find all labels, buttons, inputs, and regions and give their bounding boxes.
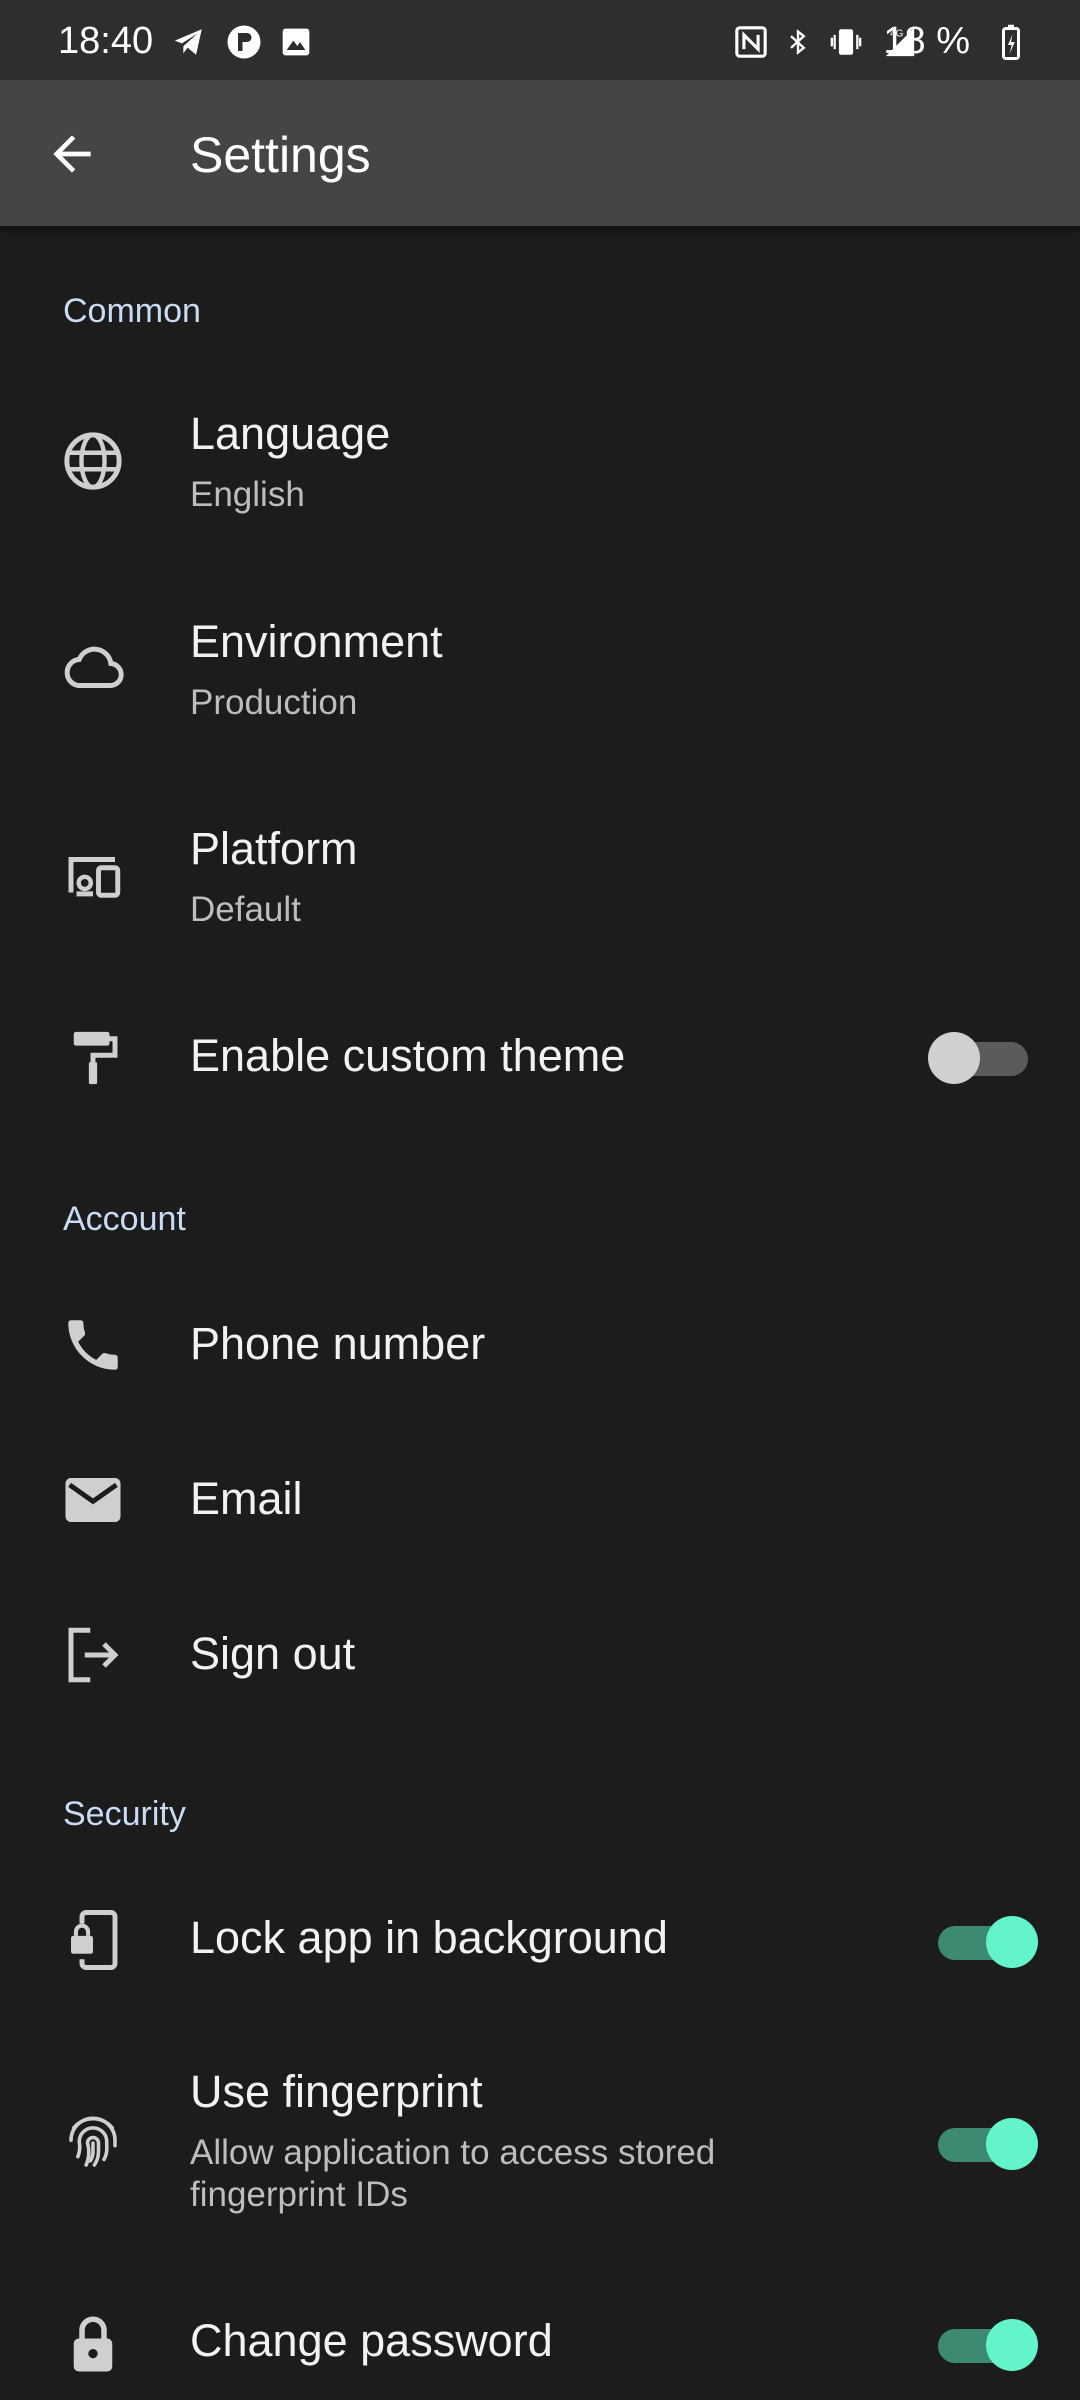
toggle-thumb	[928, 1032, 980, 1084]
app-icon	[226, 24, 262, 60]
status-left-icons	[170, 22, 312, 62]
setting-description: Allow application to access stored finge…	[190, 2133, 716, 2214]
battery-percent: 18 %	[883, 20, 970, 62]
toggle-thumb	[986, 1916, 1038, 1968]
change-password-toggle[interactable]	[928, 2313, 1038, 2373]
section-header-security: Security	[63, 1795, 186, 1833]
fingerprint-toggle[interactable]	[928, 2112, 1038, 2172]
setting-phone-number[interactable]: Phone number	[0, 1290, 1080, 1400]
globe-icon	[60, 428, 126, 494]
setting-change-password[interactable]: Change password	[0, 2285, 1080, 2400]
bluetooth-icon	[784, 25, 812, 59]
page-title: Settings	[190, 127, 371, 183]
arrow-back-icon[interactable]	[44, 126, 100, 182]
setting-label: Sign out	[190, 1628, 356, 1679]
image-icon	[280, 26, 312, 58]
lock-icon	[60, 2311, 126, 2377]
setting-lock-app[interactable]: Lock app in background	[0, 1880, 1080, 2000]
lock-app-toggle[interactable]	[928, 1910, 1038, 1970]
custom-theme-toggle[interactable]	[928, 1026, 1038, 1086]
setting-label: Use fingerprint	[190, 2066, 483, 2117]
setting-environment[interactable]: Environment Production	[0, 588, 1080, 758]
section-header-common: Common	[63, 292, 201, 330]
telegram-icon	[170, 25, 208, 59]
logout-icon	[60, 1622, 126, 1688]
cloud-icon	[60, 636, 126, 702]
setting-label: Phone number	[190, 1318, 486, 1369]
setting-value: Production	[190, 683, 358, 722]
status-time: 18:40	[58, 20, 154, 62]
battery-charging-icon	[1000, 24, 1022, 60]
setting-label: Environment	[190, 616, 443, 667]
setting-label: Enable custom theme	[190, 1030, 626, 1081]
mail-icon	[60, 1467, 126, 1533]
devices-icon	[60, 843, 126, 909]
vibrate-icon	[828, 25, 864, 59]
setting-label: Email	[190, 1473, 303, 1524]
setting-language[interactable]: Language English	[0, 380, 1080, 550]
setting-custom-theme[interactable]: Enable custom theme	[0, 1000, 1080, 1116]
fingerprint-icon	[60, 2110, 126, 2176]
setting-label: Platform	[190, 823, 358, 874]
status-bar: 18:40 4G 18 %	[0, 0, 1080, 80]
setting-label: Change password	[190, 2315, 553, 2366]
section-header-account: Account	[63, 1200, 186, 1238]
toggle-thumb	[986, 2118, 1038, 2170]
phone-icon	[60, 1312, 126, 1378]
app-bar: Settings	[0, 80, 1080, 226]
setting-sign-out[interactable]: Sign out	[0, 1600, 1080, 1710]
setting-label: Lock app in background	[190, 1912, 668, 1963]
setting-value: English	[190, 475, 305, 514]
setting-email[interactable]: Email	[0, 1445, 1080, 1555]
nfc-icon	[734, 25, 768, 59]
toggle-thumb	[986, 2319, 1038, 2371]
setting-label: Language	[190, 408, 391, 459]
setting-platform[interactable]: Platform Default	[0, 795, 1080, 965]
phone-lock-icon	[60, 1907, 126, 1973]
paint-roller-icon	[60, 1025, 126, 1091]
setting-value: Default	[190, 890, 301, 929]
setting-fingerprint[interactable]: Use fingerprint Allow application to acc…	[0, 2050, 1080, 2230]
